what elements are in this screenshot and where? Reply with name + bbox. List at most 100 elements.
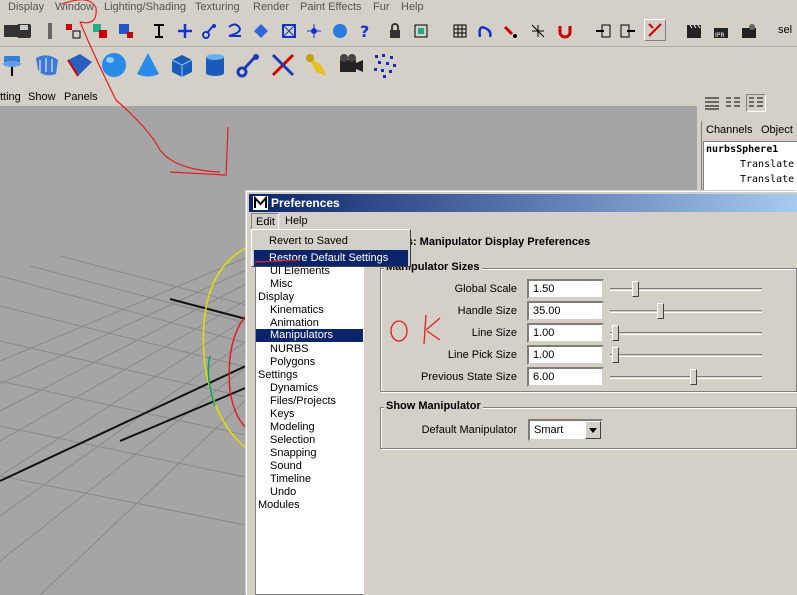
line-pick-size-thumb[interactable] [612, 347, 619, 363]
snap-curve-icon[interactable] [474, 20, 496, 42]
tree-item-kinematics[interactable]: Kinematics [270, 304, 324, 316]
nurbs-cone-icon[interactable] [133, 50, 163, 80]
preferences-titlebar[interactable]: Preferences [249, 194, 797, 212]
tree-item-sound[interactable]: Sound [270, 460, 302, 472]
previous-state-size-thumb[interactable] [690, 369, 697, 385]
collapse-icon[interactable] [39, 20, 61, 42]
particles-icon[interactable] [370, 50, 400, 80]
tree-item-modeling[interactable]: Modeling [270, 421, 315, 433]
render-settings-icon[interactable] [738, 20, 760, 42]
tree-item-snapping[interactable]: Snapping [270, 447, 317, 459]
ipr-render-icon[interactable]: IPR [710, 20, 732, 42]
tree-item-timeline[interactable]: Timeline [270, 473, 311, 485]
tree-item-undo[interactable]: Undo [270, 486, 296, 498]
highlight-selection-icon[interactable] [410, 20, 432, 42]
select-deformations-icon[interactable] [278, 20, 300, 42]
menu-render[interactable]: Render [253, 1, 289, 13]
tree-item-selection[interactable]: Selection [270, 434, 315, 446]
channel-layout-split-icon[interactable] [724, 95, 742, 111]
menu-window[interactable]: Window [55, 1, 94, 13]
save-scene-icon[interactable] [13, 20, 35, 42]
tree-item-animation[interactable]: Animation [270, 317, 319, 329]
panel-menu-show[interactable]: Show [28, 91, 56, 103]
object-name[interactable]: nurbsSphere1 [706, 144, 778, 155]
dropdown-arrow-icon[interactable] [585, 421, 601, 439]
tree-item-misc[interactable]: Misc [270, 278, 293, 290]
previous-state-size-field[interactable]: 6.00 [527, 367, 604, 387]
tree-item-polygons[interactable]: Polygons [270, 356, 315, 368]
tab-object[interactable]: Object [761, 124, 793, 136]
loft-icon[interactable] [32, 50, 62, 80]
select-curves-icon[interactable] [224, 20, 246, 42]
nurbs-sphere-icon[interactable] [99, 50, 129, 80]
menu-paint-effects[interactable]: Paint Effects [300, 1, 362, 13]
snap-view-plane-icon[interactable] [527, 20, 549, 42]
select-joints-icon[interactable] [199, 20, 221, 42]
construction-history-icon[interactable] [644, 19, 666, 41]
line-size-slider[interactable] [610, 323, 762, 343]
menu-item-restore-default-settings[interactable]: Restore Default Settings [254, 250, 408, 266]
previous-state-size-slider[interactable] [610, 367, 762, 387]
select-object-icon[interactable] [89, 20, 111, 42]
panel-menu-lighting[interactable]: tting [0, 91, 21, 103]
menu-help-prefs[interactable]: Help [285, 215, 308, 227]
global-scale-slider[interactable] [610, 279, 762, 299]
camera-icon[interactable] [336, 50, 366, 80]
select-misc-icon[interactable]: ? [354, 20, 376, 42]
snap-point-icon[interactable] [500, 20, 522, 42]
global-scale-thumb[interactable] [632, 281, 639, 297]
select-hierarchy-icon[interactable] [62, 20, 84, 42]
category-tree[interactable]: UI Elements Misc Display Kinematics Anim… [255, 231, 364, 595]
lock-selection-icon[interactable] [384, 20, 406, 42]
line-size-field[interactable]: 1.00 [527, 323, 604, 343]
tree-item-settings[interactable]: Settings [258, 369, 298, 381]
menu-item-revert-to-saved[interactable]: Revert to Saved [254, 233, 408, 249]
input-ops-icon[interactable] [592, 20, 614, 42]
nurbs-cylinder-icon[interactable] [200, 50, 230, 80]
tree-item-display[interactable]: Display [258, 291, 294, 303]
default-manipulator-dropdown[interactable]: Smart [528, 419, 603, 441]
tree-item-files-projects[interactable]: Files/Projects [270, 395, 336, 407]
menu-texturing[interactable]: Texturing [195, 1, 240, 13]
tree-item-keys[interactable]: Keys [270, 408, 294, 420]
menu-lighting-shading[interactable]: Lighting/Shading [104, 1, 186, 13]
revolve-icon[interactable] [0, 50, 30, 80]
select-dynamics-icon[interactable] [303, 20, 325, 42]
tab-channels[interactable]: Channels [706, 124, 752, 136]
tree-item-dynamics[interactable]: Dynamics [270, 382, 318, 394]
magnet-icon[interactable] [554, 20, 576, 42]
panel-menu-panels[interactable]: Panels [64, 91, 98, 103]
planar-icon[interactable] [64, 50, 94, 80]
handle-size-thumb[interactable] [657, 303, 664, 319]
select-rendering-icon[interactable] [329, 20, 351, 42]
select-surfaces-icon[interactable] [250, 20, 272, 42]
select-handles-icon[interactable] [174, 20, 196, 42]
channel-layout-icon[interactable] [703, 95, 721, 111]
handle-size-slider[interactable] [610, 301, 762, 321]
tree-item-modules[interactable]: Modules [258, 499, 300, 511]
sculpt-pin-icon[interactable] [302, 50, 332, 80]
joint-tool-icon[interactable] [234, 50, 264, 80]
svg-text:IPR: IPR [715, 32, 725, 39]
channel-translate-x[interactable]: Translate [740, 159, 794, 170]
output-ops-icon[interactable] [617, 20, 639, 42]
line-pick-size-label: Line Pick Size [447, 349, 517, 361]
nurbs-cube-icon[interactable] [167, 50, 197, 80]
menu-help[interactable]: Help [401, 1, 424, 13]
menu-fur[interactable]: Fur [373, 1, 390, 13]
selection-mask-icon[interactable] [148, 20, 170, 42]
line-pick-size-field[interactable]: 1.00 [527, 345, 604, 365]
select-component-icon[interactable] [115, 20, 137, 42]
handle-size-field[interactable]: 35.00 [527, 301, 604, 321]
global-scale-field[interactable]: 1.50 [527, 279, 604, 299]
channel-layout-active-icon[interactable] [746, 94, 766, 112]
tree-item-nurbs[interactable]: NURBS [270, 343, 309, 355]
line-pick-size-slider[interactable] [610, 345, 762, 365]
tree-item-manipulators[interactable]: Manipulators [256, 329, 363, 342]
menu-display[interactable]: Display [8, 1, 44, 13]
line-size-thumb[interactable] [612, 325, 619, 341]
render-clapper-icon[interactable] [683, 20, 705, 42]
ik-handle-icon[interactable] [268, 50, 298, 80]
snap-grid-icon[interactable] [449, 20, 471, 42]
channel-translate-y[interactable]: Translate [740, 174, 794, 185]
